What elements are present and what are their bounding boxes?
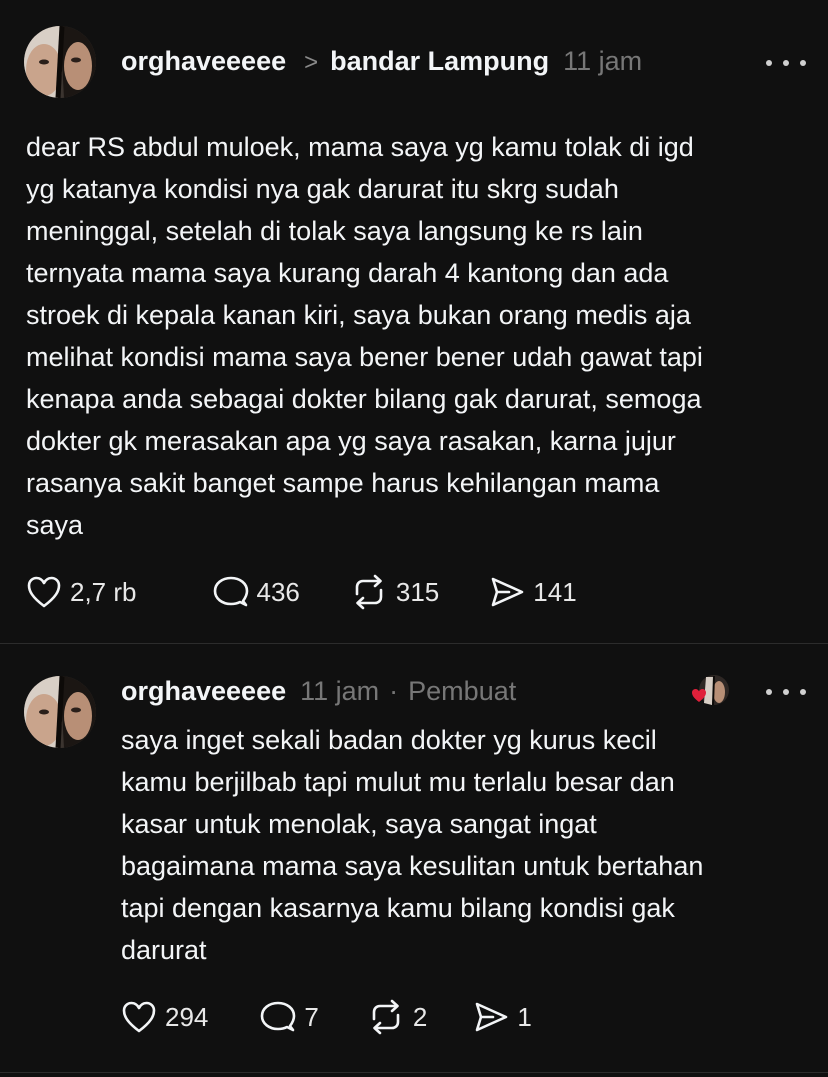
post-avatar[interactable]	[24, 26, 96, 98]
repost-button[interactable]: 315	[350, 574, 439, 610]
post-username[interactable]: orghaveeeee	[121, 46, 286, 77]
reply-username[interactable]: orghaveeeee	[121, 676, 286, 707]
like-button[interactable]: 294	[121, 1000, 208, 1034]
repost-button[interactable]: 2	[367, 999, 427, 1035]
heart-icon	[27, 576, 61, 608]
share-count: 141	[533, 576, 577, 607]
like-button[interactable]: 2,7 rb	[26, 575, 137, 609]
divider	[0, 643, 828, 644]
comment-bubble-icon	[213, 576, 248, 607]
heart-icon	[122, 1001, 156, 1033]
reply-time: 11 jam	[300, 676, 380, 706]
comment-count: 7	[304, 1001, 319, 1032]
more-dots-icon[interactable]	[766, 53, 806, 73]
share-count: 1	[517, 1001, 532, 1032]
repost-count: 315	[395, 576, 440, 607]
share-button[interactable]: 141	[489, 575, 577, 609]
post-body: dear RS abdul muloek, mama saya yg kamu …	[26, 132, 703, 540]
post-actions: 2,7 rb 436 315 141	[26, 574, 577, 610]
share-button[interactable]: 1	[473, 1000, 532, 1034]
reply-body: saya inget sekali badan dokter yg kurus …	[121, 725, 704, 965]
post-header: orghaveeeee > bandar Lampung 11 jam	[121, 46, 642, 77]
send-icon	[476, 1002, 508, 1032]
repost-icon	[372, 999, 400, 1035]
comment-bubble-icon	[261, 1001, 296, 1032]
send-icon	[491, 577, 524, 607]
divider	[0, 1072, 828, 1073]
comment-count: 436	[256, 576, 300, 607]
chevron-right-icon: >	[304, 49, 319, 76]
post-time: 11 jam	[563, 46, 643, 76]
reply-avatar[interactable]	[24, 676, 96, 748]
liked-by-creator-avatar	[692, 673, 729, 707]
comment-button[interactable]: 436	[213, 575, 300, 609]
creator-label: Pembuat	[408, 676, 517, 706]
repost-count: 2	[412, 1001, 428, 1032]
comment-button[interactable]: 7	[260, 1000, 319, 1034]
reply-actions: 294 7 2 1	[121, 999, 532, 1035]
reply-header: orghaveeeee 11 jam · Pembuat	[121, 676, 516, 707]
like-count: 2,7 rb	[70, 576, 137, 607]
post-topic[interactable]: bandar Lampung	[330, 46, 549, 77]
more-dots-icon[interactable]	[766, 682, 806, 702]
repost-icon	[355, 574, 383, 610]
like-count: 294	[165, 1001, 209, 1032]
separator-dot: ·	[389, 676, 399, 706]
